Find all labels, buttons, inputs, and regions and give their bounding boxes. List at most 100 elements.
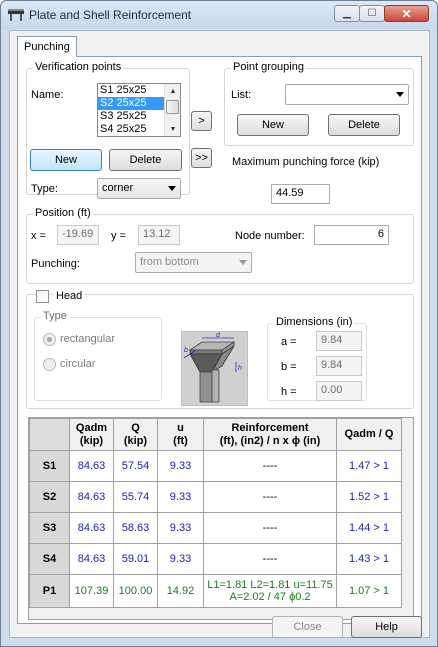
title-bar: Plate and Shell Reinforcement ▁ ☐ ✕	[1, 1, 437, 29]
column-header-q[interactable]: Q (kip)	[113, 418, 158, 451]
row-header[interactable]: S4	[29, 543, 70, 575]
tab-punching[interactable]: Punching	[17, 36, 77, 57]
y-label: y =	[111, 230, 126, 242]
scroll-thumb[interactable]	[166, 100, 179, 114]
cell-u: 9.33	[157, 481, 204, 513]
table-row[interactable]: S3 84.63 58.63 9.33 ---- 1.44 > 1	[29, 512, 402, 544]
cell-reinforcement: ----	[203, 543, 337, 575]
new-group-button[interactable]: New	[237, 114, 309, 136]
reinforcement-line-1: L1=1.81 L2=1.81 u=11.75	[207, 579, 333, 591]
rectangular-label: rectangular	[60, 333, 116, 345]
diagram-label-b: b	[184, 347, 188, 354]
cell-ratio: 1.47 > 1	[336, 450, 402, 482]
column-header-u[interactable]: u (ft)	[157, 418, 204, 451]
type-select-value: corner	[102, 182, 134, 194]
column-head-diagram: d b h	[181, 331, 248, 406]
cell-q: 58.63	[113, 512, 158, 544]
node-number-field[interactable]: 6	[314, 225, 389, 245]
cell-reinforcement: L1=1.81 L2=1.81 u=11.75 A=2.02 / 47 ϕ0.2	[203, 574, 337, 608]
cell-qadm: 84.63	[69, 450, 114, 482]
row-header[interactable]: P1	[29, 574, 70, 608]
cell-u: 9.33	[157, 450, 204, 482]
maximize-icon: ☐	[367, 8, 377, 19]
dialog-window: Plate and Shell Reinforcement ▁ ☐ ✕ Punc…	[0, 0, 438, 647]
cell-qadm: 84.63	[69, 481, 114, 513]
h-label: h =	[281, 386, 297, 398]
h-field[interactable]: 0.00	[316, 381, 362, 401]
point-grouping-group: Point grouping List: New Delete	[224, 61, 414, 146]
row-header[interactable]: S2	[29, 481, 70, 513]
max-punching-force-value: 44.59	[271, 184, 330, 204]
column-header-ratio[interactable]: Qadm / Q	[336, 418, 402, 451]
close-button[interactable]: Close	[272, 616, 343, 638]
help-button[interactable]: Help	[351, 616, 422, 638]
add-all-to-group-button[interactable]: >>	[191, 148, 212, 168]
close-icon: ✕	[401, 6, 412, 21]
add-to-group-button[interactable]: >	[191, 111, 212, 131]
verification-points-legend: Verification points	[33, 61, 124, 73]
max-punching-force-label: Maximum punching force (kip)	[232, 156, 380, 168]
x-label: x =	[31, 230, 46, 242]
row-header[interactable]: S3	[29, 512, 70, 544]
cell-qadm: 107.39	[69, 574, 114, 608]
column-header-reinforcement[interactable]: Reinforcement (ft), (in2) / n x ϕ (in)	[203, 418, 337, 451]
cell-reinforcement: ----	[203, 512, 337, 544]
x-field[interactable]: -19.69	[57, 225, 99, 245]
column-head-icon: d b h	[183, 332, 242, 403]
close-window-button[interactable]: ✕	[384, 5, 429, 22]
type-label: Type:	[31, 183, 58, 195]
a-label: a =	[281, 336, 297, 348]
table-row[interactable]: S4 84.63 59.01 9.33 ---- 1.43 > 1	[29, 543, 402, 575]
chevron-down-icon	[168, 186, 176, 191]
delete-group-button[interactable]: Delete	[328, 114, 400, 136]
cell-q: 57.54	[113, 450, 158, 482]
head-type-legend: Type	[41, 310, 69, 322]
delete-point-button[interactable]: Delete	[109, 149, 182, 171]
column-header-qadm[interactable]: Qadm (kip)	[69, 418, 114, 451]
name-label: Name:	[31, 89, 64, 101]
window-title: Plate and Shell Reinforcement	[29, 8, 192, 22]
cell-qadm: 84.63	[69, 543, 114, 575]
cell-qadm: 84.63	[69, 512, 114, 544]
type-select[interactable]: corner	[97, 178, 181, 199]
chevron-down-icon	[239, 260, 247, 265]
table-row[interactable]: S1 84.63 57.54 9.33 ---- 1.47 > 1	[29, 450, 402, 482]
cell-ratio: 1.44 > 1	[336, 512, 402, 544]
b-label: b =	[281, 361, 297, 373]
results-table: Qadm (kip) Q (kip) u (ft) Reinforcement (ft)…	[29, 418, 402, 608]
head-label: Head	[54, 290, 85, 302]
list-label: List:	[231, 89, 252, 101]
scroll-down-icon[interactable]: ▼	[165, 122, 180, 136]
b-field[interactable]: 9.84	[316, 356, 362, 376]
diagram-label-h: h	[238, 365, 242, 372]
maximize-button[interactable]: ☐	[359, 5, 385, 22]
y-field[interactable]: 13.12	[138, 225, 180, 245]
dimensions-group: Dimensions (in) a = 9.84 b = 9.84 h = 0.…	[267, 316, 367, 401]
chevron-down-icon	[396, 92, 404, 97]
table-row[interactable]: P1 107.39 100.00 14.92 L1=1.81 L2=1.81 u…	[29, 574, 402, 608]
head-checkbox[interactable]	[36, 290, 49, 303]
circular-radio[interactable]	[43, 358, 56, 371]
rectangular-radio[interactable]	[43, 333, 56, 346]
dimensions-legend: Dimensions (in)	[274, 316, 355, 328]
corner-cell	[29, 418, 70, 451]
punching-select[interactable]: from bottom	[135, 252, 252, 273]
list-scrollbar[interactable]: ▲ ▼	[164, 84, 180, 136]
cell-q: 100.00	[113, 574, 158, 608]
dialog-client: Punching Verification points Name: S1 25…	[9, 30, 430, 638]
verification-points-list[interactable]: S1 25x25 S2 25x25 S3 25x25 S4 25x25 ▲ ▼	[97, 83, 181, 137]
minimize-button[interactable]: ▁	[334, 5, 360, 22]
cell-u: 9.33	[157, 543, 204, 575]
row-header[interactable]: S1	[29, 450, 70, 482]
new-point-button[interactable]: New	[30, 149, 102, 171]
cell-reinforcement: ----	[203, 450, 337, 482]
scroll-up-icon[interactable]: ▲	[165, 84, 180, 98]
cell-u: 9.33	[157, 512, 204, 544]
punching-select-value: from bottom	[140, 256, 199, 268]
cell-ratio: 1.43 > 1	[336, 543, 402, 575]
group-list-select[interactable]	[285, 84, 409, 105]
a-field[interactable]: 9.84	[316, 331, 362, 351]
reinforcement-line-2: A=2.02 / 47 ϕ0.2	[229, 591, 311, 603]
results-grid: Qadm (kip) Q (kip) u (ft) Reinforcement (ft)…	[28, 417, 414, 620]
table-row[interactable]: S2 84.63 55.74 9.33 ---- 1.52 > 1	[29, 481, 402, 513]
